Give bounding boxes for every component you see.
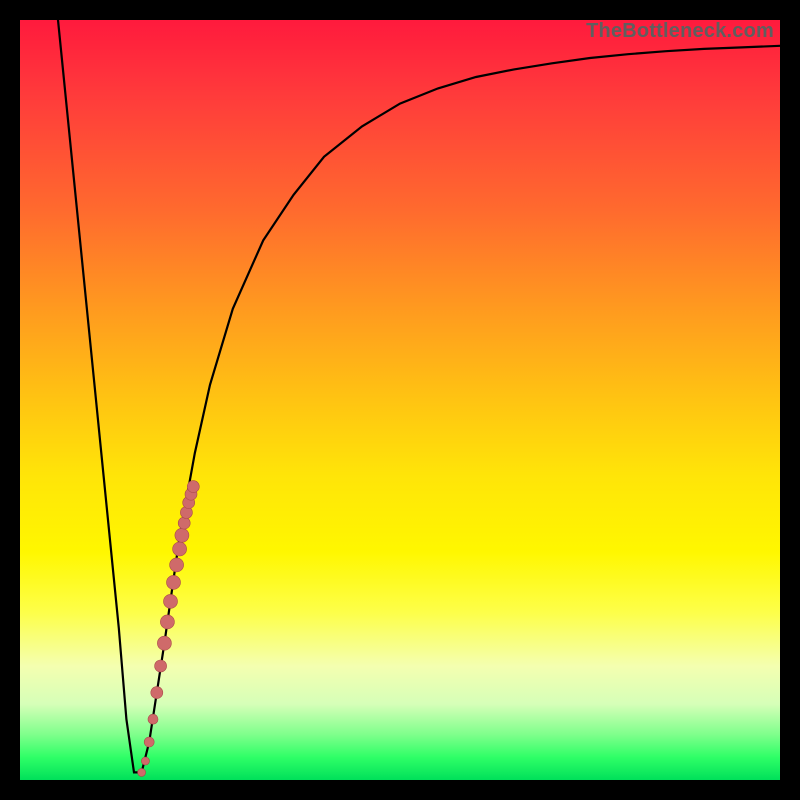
highlight-dot	[187, 481, 199, 493]
highlight-dot	[160, 615, 174, 629]
highlight-dots	[138, 481, 200, 777]
highlight-dot	[170, 558, 184, 572]
highlight-dot	[164, 594, 178, 608]
highlight-dot	[173, 542, 187, 556]
highlight-dot	[155, 660, 167, 672]
highlight-dot	[141, 757, 149, 765]
highlight-dot	[148, 714, 158, 724]
highlight-dot	[157, 636, 171, 650]
watermark-text: TheBottleneck.com	[586, 20, 774, 43]
highlight-dot	[167, 575, 181, 589]
highlight-dot	[151, 687, 163, 699]
highlight-dot	[178, 517, 190, 529]
highlight-dot	[138, 768, 146, 776]
highlight-dot	[144, 737, 154, 747]
bottleneck-curve	[58, 20, 780, 772]
chart-svg	[20, 20, 780, 780]
highlight-dot	[175, 528, 189, 542]
chart-frame: TheBottleneck.com	[20, 20, 780, 780]
plot-area	[20, 20, 780, 780]
